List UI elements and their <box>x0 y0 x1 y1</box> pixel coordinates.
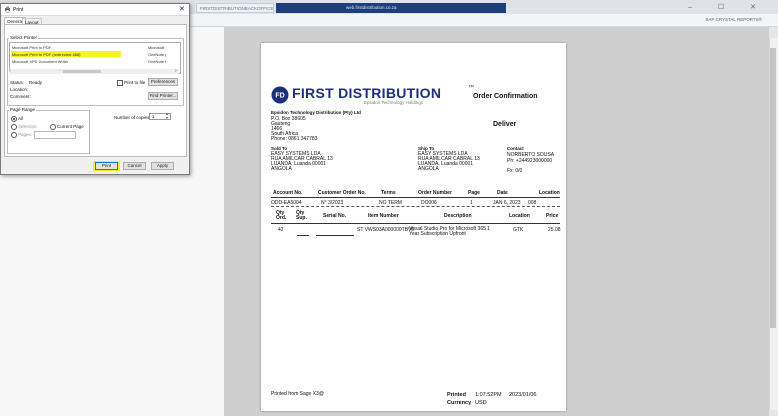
browser-tab[interactable]: FIRSTDISTRIBUTIONBACKOFFICE CRYST <box>196 3 274 13</box>
col-description: Description <box>444 213 472 219</box>
brand-name: FIRST DISTRIBUTION <box>292 85 442 101</box>
col-qty-ord: Qty Ord. <box>276 210 287 221</box>
comment-label: Comment: <box>10 94 31 99</box>
company-name: Epsidon Technology Distribution (Pty) Lt… <box>271 110 361 115</box>
col-price: Price <box>546 213 559 219</box>
svg-text:FD: FD <box>275 93 284 100</box>
deliver-label: Deliver <box>493 121 517 128</box>
print-to-file-label: Print to file <box>124 80 146 85</box>
printed-label: Printed <box>447 392 466 398</box>
current-page-radio[interactable] <box>50 124 56 130</box>
report-brand-label: SAP CRYSTAL REPORTS® <box>705 17 762 22</box>
col-account-no: Account No. <box>273 190 303 196</box>
preferences-button[interactable]: Preferences <box>148 78 178 86</box>
ship-to-line: ANGOLA <box>418 166 439 172</box>
printer-item[interactable]: OneNote f <box>148 59 166 64</box>
print-button[interactable]: Print <box>95 162 118 170</box>
all-label: All <box>18 116 24 121</box>
scrollbar-thumb[interactable] <box>770 48 776 328</box>
pages-label: Pages: <box>18 132 33 137</box>
printer-item-selected[interactable]: Microsoft Print to PDF (redirected 468) <box>12 52 80 57</box>
report-page: FD FIRST DISTRIBUTION ™ Epsidon Technolo… <box>261 43 566 411</box>
line-price: 25.08 <box>548 227 561 233</box>
currency-value: USD <box>475 400 487 406</box>
copies-value: 1 <box>152 114 155 119</box>
document-title: Order Confirmation <box>473 93 538 100</box>
all-radio[interactable] <box>11 116 17 122</box>
brand-subtitle: Epsidon Technology Holdings <box>364 100 423 105</box>
print-to-file-checkbox[interactable] <box>117 80 123 86</box>
col-order-number: Order Number <box>418 190 452 196</box>
printer-item[interactable]: Microsoft Print to PDF <box>12 45 51 50</box>
selection-label: Selection <box>18 124 37 129</box>
phone-line: Phone: 0861 347783 <box>271 136 318 142</box>
location-label: Location: <box>10 87 29 92</box>
logo-icon: FD <box>271 86 289 104</box>
pages-input[interactable] <box>34 131 76 139</box>
col-line-location: Location <box>509 213 530 219</box>
col-customer-order-no: Customer Order No. <box>318 190 366 196</box>
line-qty: 42 <box>278 227 284 233</box>
pages-radio[interactable] <box>11 132 17 138</box>
selection-radio[interactable] <box>11 124 17 130</box>
line-location: GTK <box>513 227 524 233</box>
dialog-title: Print <box>13 7 24 13</box>
contact-line: Fx: 0/0 <box>507 168 523 174</box>
col-page: Page <box>468 190 480 196</box>
apply-button[interactable]: Apply <box>151 162 174 170</box>
col-item-number: Item Number <box>368 213 399 219</box>
copies-stepper-icon[interactable]: ▴ ▾ <box>166 112 168 120</box>
cancel-button[interactable]: Cancel <box>123 162 146 170</box>
tab-title: web.firstdistribution.co.za <box>346 5 397 10</box>
contact-label: Contact <box>507 146 524 151</box>
col-date: Date <box>497 190 508 196</box>
footer-source: Printed from Sage X3@ <box>271 391 324 397</box>
sold-to-line: ANGOLA <box>271 166 292 172</box>
print-dialog: Print ✕ General Layout Select Printer Mi… <box>0 3 190 175</box>
col-qty-sup: Qty Sup. <box>296 210 307 221</box>
current-page-label: Current Page <box>57 124 84 129</box>
col-terms: Terms <box>381 190 396 196</box>
underline <box>297 235 309 236</box>
browser-tab-active[interactable]: web.firstdistribution.co.za <box>276 3 506 13</box>
divider <box>271 197 560 198</box>
status-value: Ready <box>29 80 43 85</box>
scrollbar-thumb[interactable] <box>63 70 101 73</box>
dialog-title-bar: Print ✕ <box>1 4 189 16</box>
printer-item[interactable]: OneNote ( <box>148 52 166 57</box>
printer-item[interactable]: Microsoft <box>148 45 164 50</box>
col-serial-no: Serial No. <box>323 213 347 219</box>
tab-strip: FIRSTDISTRIBUTIONBACKOFFICE CRYST web.fi… <box>196 3 536 13</box>
status-label: Status: <box>10 80 25 85</box>
divider <box>271 223 560 224</box>
printer-icon <box>5 6 10 13</box>
underline <box>316 235 354 236</box>
line-description: Visual Studio Pro for Microsoft 365 1 Ye… <box>409 226 491 237</box>
currency-label: Currency <box>447 400 472 406</box>
close-icon[interactable]: ✕ <box>179 5 185 13</box>
contact-line: Ph: +244923000000 <box>507 158 553 164</box>
find-printer-button[interactable]: Find Printer... <box>148 92 178 100</box>
scroll-right-icon[interactable]: › <box>175 68 177 74</box>
divider <box>271 206 560 207</box>
brand-trademark: ™ <box>468 85 474 91</box>
line-item-number: ST VWS03A000000TBV0 <box>357 227 415 233</box>
printed-time: 1:07:52PM <box>475 392 502 398</box>
page-range-label: Page Range <box>9 107 37 112</box>
printed-date: 2023/01/06 <box>509 392 537 398</box>
printer-item[interactable]: Microsoft XPS Document Writer <box>12 59 68 64</box>
col-location: Location <box>539 190 560 196</box>
window-controls[interactable]: – ☐ ✕ <box>688 3 768 11</box>
copies-label: Number of copies: <box>114 115 151 120</box>
scroll-left-icon[interactable]: ‹ <box>9 68 11 74</box>
select-printer-label: Select Printer <box>9 35 39 40</box>
